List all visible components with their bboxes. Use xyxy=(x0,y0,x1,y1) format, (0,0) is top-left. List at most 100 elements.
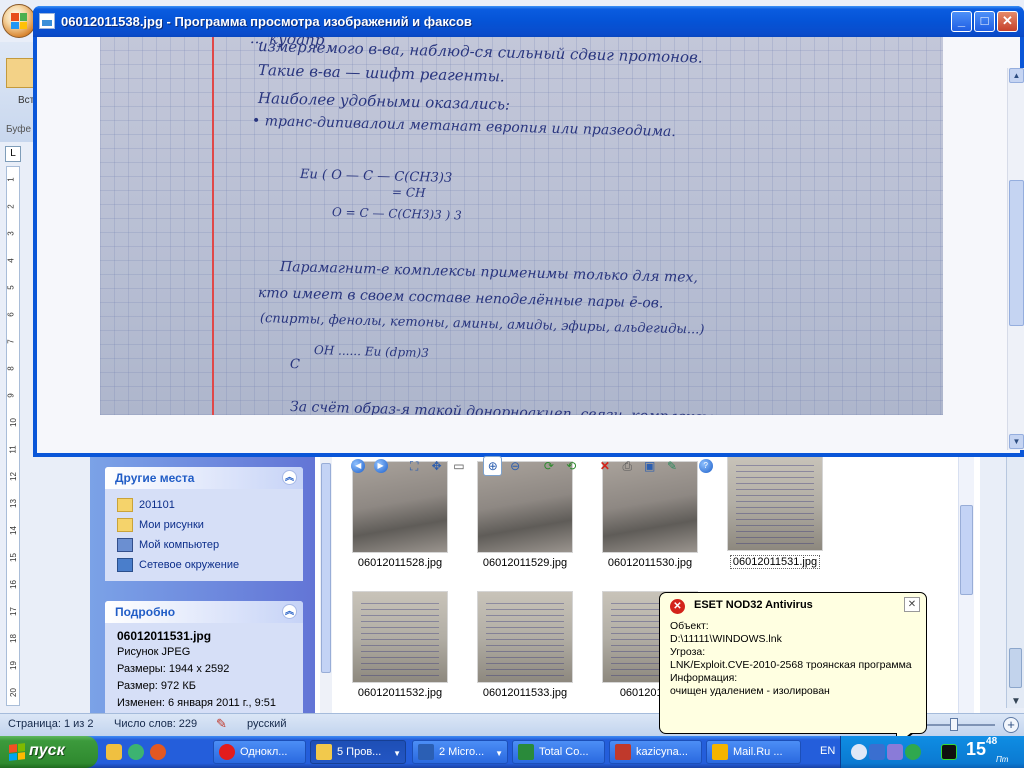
paste-label[interactable]: Вст xyxy=(18,95,34,106)
antivirus-notification-balloon[interactable]: ✕ ESET NOD32 Antivirus ✕ Объект: D:\1111… xyxy=(659,592,927,734)
scrollbar-thumb[interactable] xyxy=(960,505,973,595)
place-label[interactable]: Мои рисунки xyxy=(139,519,204,531)
scroll-down-icon[interactable]: ▼ xyxy=(1011,696,1021,707)
rotate-clockwise-icon[interactable]: ⟳ xyxy=(540,456,558,476)
taskbar-item-odnoklassniki[interactable]: Однокл... xyxy=(213,740,306,764)
best-fit-icon[interactable]: ⛶ xyxy=(405,456,423,476)
scrollbar-thumb[interactable] xyxy=(1009,648,1022,688)
file-name[interactable]: 06012011531.jpg xyxy=(729,555,821,569)
handwritten-formula: = CH xyxy=(391,185,426,200)
taskbar-item-kazicyna[interactable]: kazicyna... xyxy=(609,740,702,764)
taskbar-item-word-group[interactable]: 2 Micro... ▼ xyxy=(412,740,508,764)
status-page[interactable]: Страница: 1 из 2 xyxy=(8,718,94,730)
minimize-button[interactable]: _ xyxy=(951,11,972,32)
rotate-counterclockwise-icon[interactable]: ⟲ xyxy=(562,456,580,476)
place-my-pictures[interactable]: Мои рисунки xyxy=(117,515,291,535)
previous-image-icon[interactable]: ◀ xyxy=(349,456,367,476)
actual-size-icon[interactable]: ✥ xyxy=(427,456,445,476)
tab-selector[interactable]: L xyxy=(5,146,21,162)
file-thumbnail-selected[interactable]: 06012011531.jpg xyxy=(715,455,835,569)
taskbar-item-mailru[interactable]: Mail.Ru ... xyxy=(706,740,801,764)
scrollbar-thumb[interactable] xyxy=(321,463,331,673)
displayed-photo[interactable]: ... кудапр измеряемого в-ва, наблюд-ся с… xyxy=(100,37,943,415)
save-icon[interactable]: ▣ xyxy=(641,456,659,476)
file-name[interactable]: 06012011528.jpg xyxy=(340,557,460,569)
file-name[interactable]: 06012011532.jpg xyxy=(340,687,460,699)
delete-icon[interactable]: ✕ xyxy=(596,456,614,476)
network-icon[interactable] xyxy=(869,744,885,760)
file-name[interactable]: 06012011533.jpg xyxy=(465,687,585,699)
place-my-computer[interactable]: Мой компьютер xyxy=(117,535,291,555)
print-icon[interactable]: ⎙ xyxy=(618,456,636,476)
file-thumbnail[interactable]: 06012011532.jpg xyxy=(340,591,460,699)
task-pane-scrollbar[interactable] xyxy=(320,455,332,713)
viewer-vertical-scrollbar[interactable]: ▲ ▼ xyxy=(1007,68,1024,450)
balloon-close-button[interactable]: ✕ xyxy=(904,597,920,612)
ruler-number: 1 xyxy=(6,177,16,182)
show-desktop-icon[interactable] xyxy=(106,744,122,760)
place-folder[interactable]: 201101 xyxy=(117,495,291,515)
slideshow-icon[interactable]: ▭ xyxy=(450,456,468,476)
vertical-ruler: 1 2 3 4 5 6 7 8 9 10 11 12 13 14 15 16 17 18 19 20 xyxy=(6,166,20,706)
next-image-icon[interactable]: ▶ xyxy=(371,456,389,476)
office-button[interactable] xyxy=(2,4,36,38)
taskbar-item-explorer-group[interactable]: 5 Пров... ▼ xyxy=(310,740,406,764)
file-name[interactable]: 06012011530.jpg xyxy=(590,557,710,569)
handwritten-formula: O = C — C(CH3)3 ) 3 xyxy=(331,205,462,223)
chrome-icon[interactable] xyxy=(128,744,144,760)
zoom-slider-thumb[interactable] xyxy=(950,718,958,731)
close-button[interactable]: ✕ xyxy=(997,11,1018,32)
start-button[interactable]: пуск xyxy=(0,736,98,768)
language-indicator[interactable]: EN xyxy=(820,745,835,757)
taskbar-item-total-commander[interactable]: Total Co... xyxy=(512,740,605,764)
file-name[interactable]: 06012011529.jpg xyxy=(465,557,585,569)
my-pictures-icon xyxy=(117,518,133,532)
collapse-icon[interactable]: ︽ xyxy=(282,604,297,619)
zoom-out-icon[interactable]: ⊖ xyxy=(506,456,524,476)
office-logo-icon xyxy=(11,13,27,29)
place-label[interactable]: 201101 xyxy=(139,499,175,511)
spellcheck-icon[interactable]: ✎ xyxy=(216,716,227,732)
paste-icon[interactable] xyxy=(6,58,34,88)
handwritten-text: Парамагнит-е комплексы применимы только … xyxy=(279,259,699,286)
maximize-button[interactable]: □ xyxy=(974,11,995,32)
handwritten-text: (спирты, фенолы, кетоны, амины, амиды, э… xyxy=(259,311,705,338)
clock[interactable]: 1548 xyxy=(966,736,997,760)
ruler-number: 16 xyxy=(8,580,18,589)
ruler-number: 5 xyxy=(6,285,16,290)
file-thumbnail[interactable]: 06012011533.jpg xyxy=(465,591,585,699)
scroll-up-icon[interactable]: ▲ xyxy=(1009,68,1024,83)
status-language[interactable]: русский xyxy=(247,718,286,730)
status-word-count[interactable]: Число слов: 229 xyxy=(114,718,197,730)
opera-icon[interactable] xyxy=(150,744,166,760)
tray-app-icon[interactable] xyxy=(887,744,903,760)
scrollbar-thumb[interactable] xyxy=(1009,180,1024,326)
image-thumbnail[interactable] xyxy=(727,455,823,551)
task-label: 5 Пров... xyxy=(337,746,382,758)
edit-icon[interactable]: ✎ xyxy=(663,456,681,476)
collapse-icon[interactable]: ︽ xyxy=(282,470,297,485)
ruler-number: 10 xyxy=(8,418,18,427)
windows-logo-icon xyxy=(9,743,25,761)
place-label[interactable]: Сетевое окружение xyxy=(139,559,239,571)
monitor-icon[interactable] xyxy=(941,744,957,760)
image-thumbnail[interactable] xyxy=(477,591,573,683)
viewer-title-bar[interactable]: 06012011538.jpg - Программа просмотра из… xyxy=(33,6,1024,37)
scroll-down-icon[interactable]: ▼ xyxy=(1009,434,1024,449)
ruler-number: 2 xyxy=(6,204,16,209)
image-thumbnail[interactable] xyxy=(352,591,448,683)
other-places-header[interactable]: Другие места ︽ xyxy=(105,467,303,489)
zoom-in-icon[interactable]: + xyxy=(1003,717,1019,733)
ruler-number: 12 xyxy=(8,472,18,481)
files-scrollbar[interactable] xyxy=(958,455,974,713)
antivirus-icon[interactable] xyxy=(905,744,921,760)
place-network[interactable]: Сетевое окружение xyxy=(117,555,291,575)
help-icon[interactable]: ? xyxy=(697,456,715,476)
place-label[interactable]: Мой компьютер xyxy=(139,539,219,551)
task-label: Total Co... xyxy=(539,746,589,758)
details-header[interactable]: Подробно ︽ xyxy=(105,601,303,623)
tray-expand-icon[interactable] xyxy=(851,744,867,760)
handwritten-text: Такие в-ва — шифт реагенты. xyxy=(257,61,505,86)
ruler-number: 8 xyxy=(6,366,16,371)
zoom-in-icon[interactable]: ⊕ xyxy=(483,456,503,476)
